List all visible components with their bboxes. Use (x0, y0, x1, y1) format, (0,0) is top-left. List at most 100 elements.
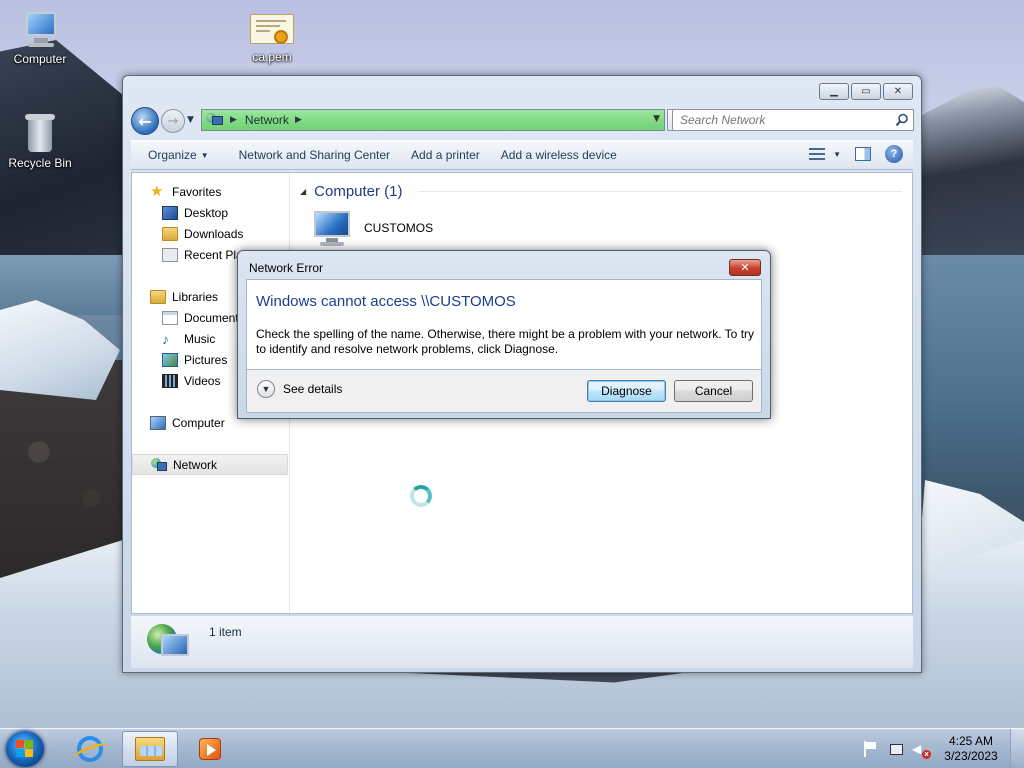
breadcrumb-separator-icon[interactable]: ▶ (230, 115, 237, 125)
dialog-close-button[interactable]: ✕ (729, 259, 761, 276)
network-globe-icon (147, 620, 191, 664)
computer-icon (310, 209, 356, 247)
nav-label: Videos (184, 373, 221, 388)
add-wireless-device-button[interactable]: Add a wireless device (492, 143, 626, 167)
group-divider (418, 190, 902, 192)
collapse-triangle-icon[interactable]: ◢ (300, 187, 306, 196)
documents-icon (162, 310, 178, 325)
see-details-toggle[interactable]: ▼ See details (257, 380, 342, 398)
desktop-icon-label: Recycle Bin (8, 156, 72, 170)
organize-menu[interactable]: Organize ▼ (139, 143, 218, 167)
desktop-icon-ca-pem[interactable]: ca.pem (232, 12, 312, 64)
command-bar: Organize ▼ Network and Sharing Center Ad… (131, 140, 913, 170)
nav-label: Pictures (184, 352, 228, 367)
organize-label: Organize (148, 148, 197, 162)
close-button[interactable]: ✕ (883, 83, 913, 100)
breadcrumb-network[interactable]: Network (245, 113, 289, 127)
chevron-down-icon: ▼ (257, 380, 275, 398)
search-icon[interactable] (895, 113, 909, 127)
recycle-bin-icon (24, 112, 56, 154)
videos-icon (162, 373, 178, 388)
address-bar[interactable]: ▶ Network ▶ ▼ (201, 109, 665, 131)
wallpaper-water-right (914, 255, 1024, 505)
nav-label: Network (173, 457, 218, 472)
navigation-row: ← → ▼ ▶ Network ▶ ▼ ✕ (131, 107, 914, 135)
dialog-footer: ▼ See details Diagnose Cancel (246, 370, 762, 413)
group-title: Computer (1) (314, 182, 403, 200)
recent-pages-dropdown[interactable]: ▼ (187, 115, 194, 125)
minimize-button[interactable]: ▁ (819, 83, 849, 100)
clock-date: 3/23/2023 (944, 749, 998, 763)
internet-explorer-icon (77, 736, 103, 762)
wallpaper-ice-left (0, 300, 120, 400)
help-icon[interactable]: ? (885, 145, 903, 163)
pictures-icon (162, 352, 178, 367)
recent-places-icon (162, 247, 178, 262)
network-error-dialog: Network Error ✕ Windows cannot access \\… (237, 250, 771, 419)
nav-network[interactable]: Network (132, 454, 288, 475)
diagnose-button[interactable]: Diagnose (587, 380, 666, 402)
clock[interactable]: 4:25 AM 3/23/2023 (932, 734, 1010, 764)
busy-cursor-icon (410, 485, 432, 507)
group-header-computer[interactable]: ◢ Computer (1) (300, 181, 902, 201)
desktop-icon-computer[interactable]: Computer (0, 10, 80, 66)
forward-button[interactable]: → (161, 109, 185, 133)
address-dropdown-icon[interactable]: ▼ (653, 114, 660, 124)
libraries-icon (150, 289, 166, 304)
maximize-button[interactable]: ▭ (851, 83, 881, 100)
volume-muted-icon[interactable]: ◀ x (912, 741, 931, 759)
nav-label: Music (184, 331, 216, 346)
taskbar-media-player[interactable] (182, 731, 238, 767)
breadcrumb-separator-icon[interactable]: ▶ (295, 115, 302, 125)
cancel-button[interactable]: Cancel (674, 380, 753, 402)
nav-label: Computer (172, 415, 225, 430)
preview-pane-icon[interactable] (855, 147, 871, 161)
show-desktop-button[interactable] (1010, 729, 1024, 768)
star-icon: ★ (150, 182, 164, 200)
nav-label: Documents (184, 310, 245, 325)
toolbar-right-controls: ▼ ? (809, 145, 903, 163)
start-button[interactable] (6, 731, 44, 767)
nav-desktop[interactable]: Desktop (132, 202, 289, 223)
search-box[interactable] (672, 109, 914, 131)
network-sharing-center-button[interactable]: Network and Sharing Center (230, 143, 399, 167)
desktop-icon-label: Computer (13, 52, 67, 66)
chevron-down-icon: ▼ (833, 149, 841, 159)
views-icon (809, 147, 826, 161)
details-pane: 1 item (131, 616, 913, 668)
taskbar-windows-explorer[interactable] (122, 731, 178, 767)
computer-icon (20, 10, 60, 50)
dialog-title: Network Error (249, 261, 324, 275)
back-button[interactable]: ← (131, 107, 159, 135)
desktop-icon (162, 205, 178, 220)
change-view-button[interactable]: ▼ (809, 147, 841, 161)
nav-label: Desktop (184, 205, 229, 220)
network-status-icon[interactable] (888, 741, 904, 757)
media-player-icon (199, 738, 221, 760)
network-computer-item[interactable]: CUSTOMOS (310, 209, 433, 247)
item-count: 1 item (209, 625, 242, 639)
nav-label: Libraries (172, 289, 219, 304)
clock-time: 4:25 AM (948, 734, 994, 748)
dialog-heading: Windows cannot access \\CUSTOMOS (256, 293, 516, 310)
windows-logo-icon (16, 740, 34, 758)
caption-buttons: ▁ ▭ ✕ (819, 83, 913, 100)
wallpaper-mountain-right (914, 85, 1024, 255)
chevron-down-icon: ▼ (200, 150, 209, 160)
network-icon (206, 113, 224, 127)
taskbar: ◀ x 4:25 AM 3/23/2023 (0, 728, 1024, 768)
search-input[interactable] (680, 113, 880, 127)
music-icon: ♪ (162, 330, 169, 347)
taskbar-internet-explorer[interactable] (62, 731, 118, 767)
add-printer-button[interactable]: Add a printer (402, 143, 489, 167)
action-center-flag-icon[interactable] (864, 741, 880, 757)
dialog-message: Check the spelling of the name. Otherwis… (256, 327, 755, 356)
certificate-icon (250, 12, 294, 48)
nav-label: Downloads (184, 226, 244, 241)
nav-favorites[interactable]: ★ Favorites (132, 181, 289, 202)
computer-name: CUSTOMOS (364, 221, 434, 235)
downloads-folder-icon (162, 226, 178, 241)
nav-downloads[interactable]: Downloads (132, 223, 289, 244)
network-icon (151, 457, 167, 472)
desktop-icon-recycle-bin[interactable]: Recycle Bin (0, 112, 80, 170)
